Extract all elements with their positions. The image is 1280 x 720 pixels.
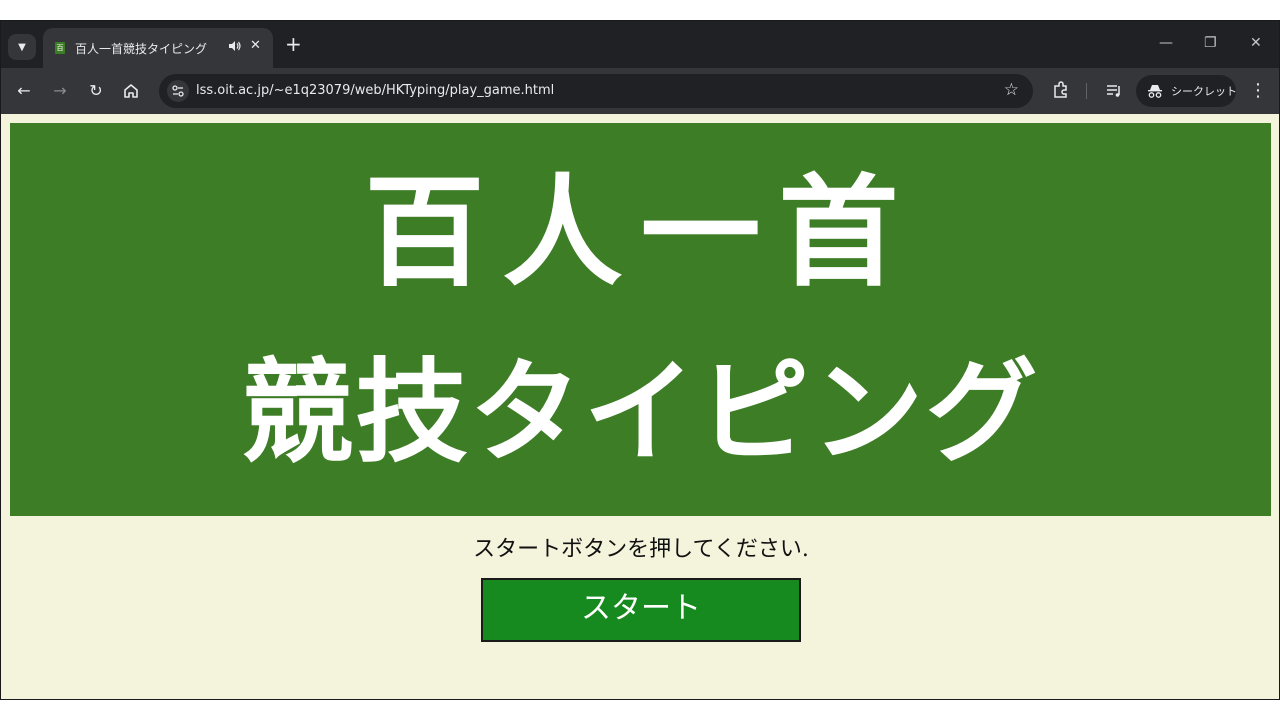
active-tab[interactable]: 百 百人一首競技タイピング ✕ [43,28,273,68]
minimize-icon[interactable]: — [1159,35,1173,51]
incognito-indicator[interactable]: シークレット [1136,75,1237,107]
reload-icon[interactable]: ↻ [86,81,106,101]
favicon-icon: 百 [55,42,65,54]
start-button[interactable]: スタート [481,578,801,642]
browser-window: ▼ 百 百人一首競技タイピング ✕ + — ❐ ✕ ← → ↻ lss.oit.… [0,20,1280,700]
banner-title-line2: 競技タイピング [241,347,1040,478]
forward-icon[interactable]: → [50,81,70,101]
tab-strip: ▼ 百 百人一首競技タイピング ✕ + — ❐ ✕ [1,21,1279,68]
browser-toolbar: ← → ↻ lss.oit.ac.jp/~e1q23079/web/HKTypi… [1,68,1279,114]
incognito-icon [1148,85,1162,98]
back-icon[interactable]: ← [14,81,34,101]
chevron-down-icon: ▼ [18,41,26,53]
instruction-text: スタートボタンを押してください. [473,537,809,562]
speaker-icon[interactable] [227,39,241,53]
title-banner: 百人一首 競技タイピング [10,123,1271,516]
extensions-icon[interactable] [1051,80,1071,100]
banner-title-line1: 百人一首 [364,162,917,303]
restore-icon[interactable]: ❐ [1204,35,1217,51]
new-tab-button[interactable]: + [285,34,302,54]
bookmark-star-icon[interactable]: ☆ [1004,80,1019,100]
close-tab-icon[interactable]: ✕ [250,38,261,53]
toolbar-divider [1086,83,1087,99]
close-window-icon[interactable]: ✕ [1250,35,1262,51]
tab-title: 百人一首競技タイピング [75,42,208,56]
media-controls-icon[interactable] [1104,80,1124,100]
home-icon[interactable] [122,82,140,100]
url-text: lss.oit.ac.jp/~e1q23079/web/HKTyping/pla… [196,83,555,98]
site-info-icon[interactable] [167,80,189,102]
address-bar[interactable]: lss.oit.ac.jp/~e1q23079/web/HKTyping/pla… [159,74,1033,108]
kebab-menu-icon[interactable]: ⋮ [1248,79,1268,103]
incognito-label: シークレット [1171,85,1237,98]
tab-search-button[interactable]: ▼ [8,34,36,60]
